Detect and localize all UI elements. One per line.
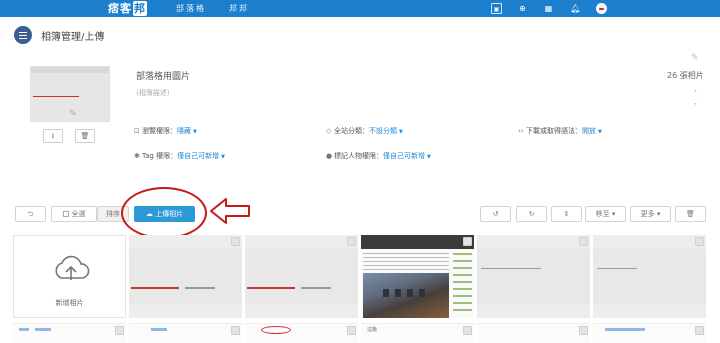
download-icon[interactable]: ⭳ xyxy=(43,129,63,143)
nav-link-blog[interactable]: 部落格 xyxy=(176,0,206,17)
select-all-button[interactable]: 全選 xyxy=(51,206,97,222)
code-icon: ‹› xyxy=(518,127,524,135)
download-permission[interactable]: ‹› 下載或取得語法：開放 ▼ xyxy=(518,126,602,136)
new-photo-tile[interactable]: 新增相片 xyxy=(13,235,126,318)
cloud-upload-icon xyxy=(55,255,90,280)
rotate-right-icon[interactable]: ↻ xyxy=(516,206,547,222)
page-title: 相簿管理/上傳 xyxy=(41,32,105,43)
grid-icon[interactable]: ▦ xyxy=(543,3,554,14)
nav-link-bangbang[interactable]: 邦邦 xyxy=(229,0,249,17)
lock-icon: ⊡ xyxy=(134,127,140,135)
photo-thumbnail[interactable] xyxy=(477,323,590,343)
people-tag-permission[interactable]: ● 標記人物權限：僅自己可新增 ▼ xyxy=(326,151,431,161)
photo-count: 26 張相片 xyxy=(667,71,704,80)
select-checkbox[interactable] xyxy=(463,237,472,246)
view-permission[interactable]: ⊡ 瀏覽權限：隱藏 ▼ xyxy=(134,126,197,136)
annotation-circle xyxy=(261,326,291,334)
menu-icon[interactable] xyxy=(14,26,32,44)
tag-permission[interactable]: ✱ Tag 權限：僅自己可新增 ▼ xyxy=(134,151,225,161)
select-checkbox[interactable] xyxy=(695,237,704,246)
search-icon[interactable]: ⊕ xyxy=(517,3,528,14)
select-checkbox[interactable] xyxy=(231,237,240,246)
select-checkbox[interactable] xyxy=(347,237,356,246)
photo-thumbnail[interactable] xyxy=(129,235,242,318)
annotation-arrow xyxy=(210,198,250,224)
photo-thumbnail[interactable] xyxy=(245,323,358,343)
expand-icon[interactable]: ⇕ xyxy=(551,206,582,222)
chevron-down-icon[interactable]: ˅ xyxy=(694,103,697,110)
photo-thumbnail[interactable] xyxy=(593,235,706,318)
photo-thumbnail[interactable] xyxy=(13,323,126,343)
person-icon: ● xyxy=(326,152,333,160)
photo-grid: 新增相片 這篇 xyxy=(13,235,720,343)
album-description[interactable]: (相簿描述) xyxy=(136,88,169,98)
pencil-icon: ✎ xyxy=(69,109,77,119)
photo-thumbnail[interactable] xyxy=(245,235,358,318)
annotation-circle xyxy=(121,187,207,239)
notes-icon[interactable]: ▣ xyxy=(491,3,502,14)
site-category[interactable]: ◇ 全站分類：不設分類 ▼ xyxy=(326,126,403,136)
undo-icon[interactable]: ⮌ xyxy=(15,206,46,222)
asterisk-icon: ✱ xyxy=(134,152,140,160)
chevron-up-icon[interactable]: ˄ xyxy=(694,90,697,97)
photo-thumbnail[interactable] xyxy=(593,323,706,343)
photo-thumbnail[interactable] xyxy=(129,323,242,343)
more-button[interactable]: 更多 ▾ xyxy=(630,206,671,222)
user-avatar[interactable] xyxy=(596,3,607,14)
top-navbar: 痞客邦 部落格 邦邦 ▣ ⊕ ▦ 🔔︎ xyxy=(0,0,720,17)
site-logo[interactable]: 痞客邦 xyxy=(104,1,151,16)
move-to-button[interactable]: 移至 ▾ xyxy=(585,206,626,222)
rotate-left-icon[interactable]: ↺ xyxy=(480,206,511,222)
select-checkbox[interactable] xyxy=(579,237,588,246)
bell-icon[interactable]: 🔔︎ xyxy=(570,3,581,14)
album-cover[interactable]: ✎ xyxy=(30,66,110,122)
tag-icon: ◇ xyxy=(326,127,332,135)
photo-thumbnail[interactable] xyxy=(477,235,590,318)
photo-thumbnail[interactable] xyxy=(361,235,474,318)
album-name[interactable]: 部落格用圖片 xyxy=(136,69,190,82)
select-all-checkbox[interactable] xyxy=(62,211,69,217)
trash-icon[interactable]: 🗑︎ xyxy=(675,206,706,222)
trash-icon[interactable]: 🗑︎ xyxy=(75,129,95,143)
photo-thumbnail[interactable]: 這篇 xyxy=(361,323,474,343)
edit-album-pencil-icon[interactable]: ✎ xyxy=(691,53,699,63)
